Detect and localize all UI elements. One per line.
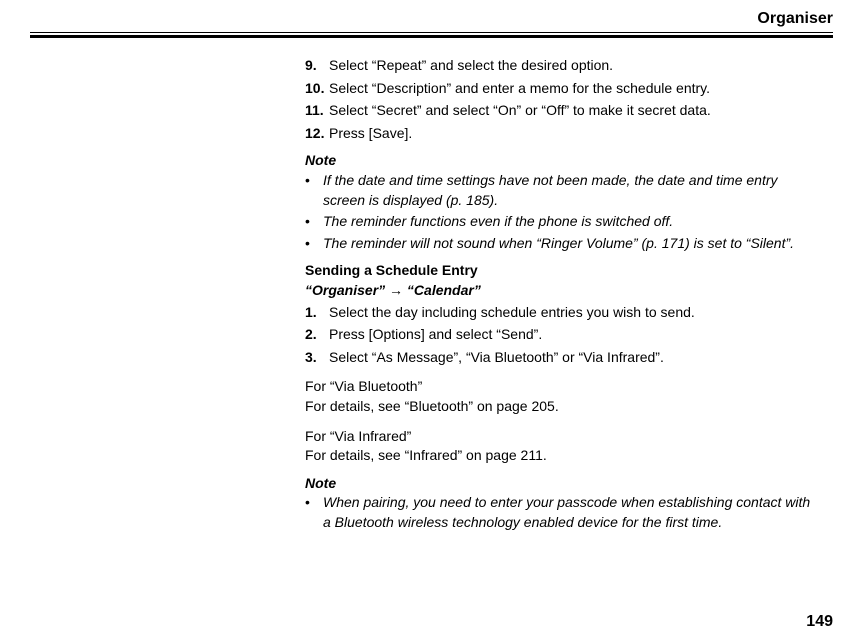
- bluetooth-block: For “Via Bluetooth” For details, see “Bl…: [305, 377, 813, 416]
- step-row: 9. Select “Repeat” and select the desire…: [305, 56, 813, 76]
- note-text: The reminder will not sound when “Ringer…: [323, 234, 813, 254]
- step-number: 11.: [305, 101, 329, 121]
- bullet-icon: •: [305, 212, 323, 232]
- breadcrumb-path: “Organiser” → “Calendar”: [305, 281, 813, 301]
- note-text: The reminder functions even if the phone…: [323, 212, 813, 232]
- header-title: Organiser: [30, 10, 833, 32]
- step-number: 1.: [305, 303, 329, 323]
- step-number: 9.: [305, 56, 329, 76]
- step-number: 2.: [305, 325, 329, 345]
- bluetooth-text: For details, see “Bluetooth” on page 205…: [305, 397, 813, 417]
- bullet-icon: •: [305, 493, 323, 532]
- step-text: Press [Options] and select “Send”.: [329, 325, 813, 345]
- step-text: Press [Save].: [329, 124, 813, 144]
- page-header: Organiser: [0, 0, 863, 38]
- bullet-icon: •: [305, 171, 323, 210]
- note-item: • When pairing, you need to enter your p…: [305, 493, 813, 532]
- step-text: Select “Description” and enter a memo fo…: [329, 79, 813, 99]
- step-row: 11. Select “Secret” and select “On” or “…: [305, 101, 813, 121]
- note-item: • If the date and time settings have not…: [305, 171, 813, 210]
- step-row: 10. Select “Description” and enter a mem…: [305, 79, 813, 99]
- step-text: Select the day including schedule entrie…: [329, 303, 813, 323]
- header-rule-thin: [30, 32, 833, 33]
- note-text: When pairing, you need to enter your pas…: [323, 493, 813, 532]
- infrared-text: For details, see “Infrared” on page 211.: [305, 446, 813, 466]
- step-row: 12. Press [Save].: [305, 124, 813, 144]
- section-heading: Sending a Schedule Entry: [305, 261, 813, 281]
- step-number: 12.: [305, 124, 329, 144]
- note-item: • The reminder will not sound when “Ring…: [305, 234, 813, 254]
- page-number: 149: [806, 613, 833, 631]
- step-text: Select “Repeat” and select the desired o…: [329, 56, 813, 76]
- step-number: 10.: [305, 79, 329, 99]
- step-number: 3.: [305, 348, 329, 368]
- bullet-icon: •: [305, 234, 323, 254]
- step-row: 1. Select the day including schedule ent…: [305, 303, 813, 323]
- infrared-block: For “Via Infrared” For details, see “Inf…: [305, 427, 813, 466]
- note-heading: Note: [305, 151, 813, 171]
- note-heading: Note: [305, 474, 813, 494]
- note-text: If the date and time settings have not b…: [323, 171, 813, 210]
- step-text: Select “As Message”, “Via Bluetooth” or …: [329, 348, 813, 368]
- infrared-heading: For “Via Infrared”: [305, 427, 813, 447]
- note-item: • The reminder functions even if the pho…: [305, 212, 813, 232]
- page-content: 9. Select “Repeat” and select the desire…: [0, 38, 863, 532]
- step-row: 3. Select “As Message”, “Via Bluetooth” …: [305, 348, 813, 368]
- bluetooth-heading: For “Via Bluetooth”: [305, 377, 813, 397]
- step-text: Select “Secret” and select “On” or “Off”…: [329, 101, 813, 121]
- step-row: 2. Press [Options] and select “Send”.: [305, 325, 813, 345]
